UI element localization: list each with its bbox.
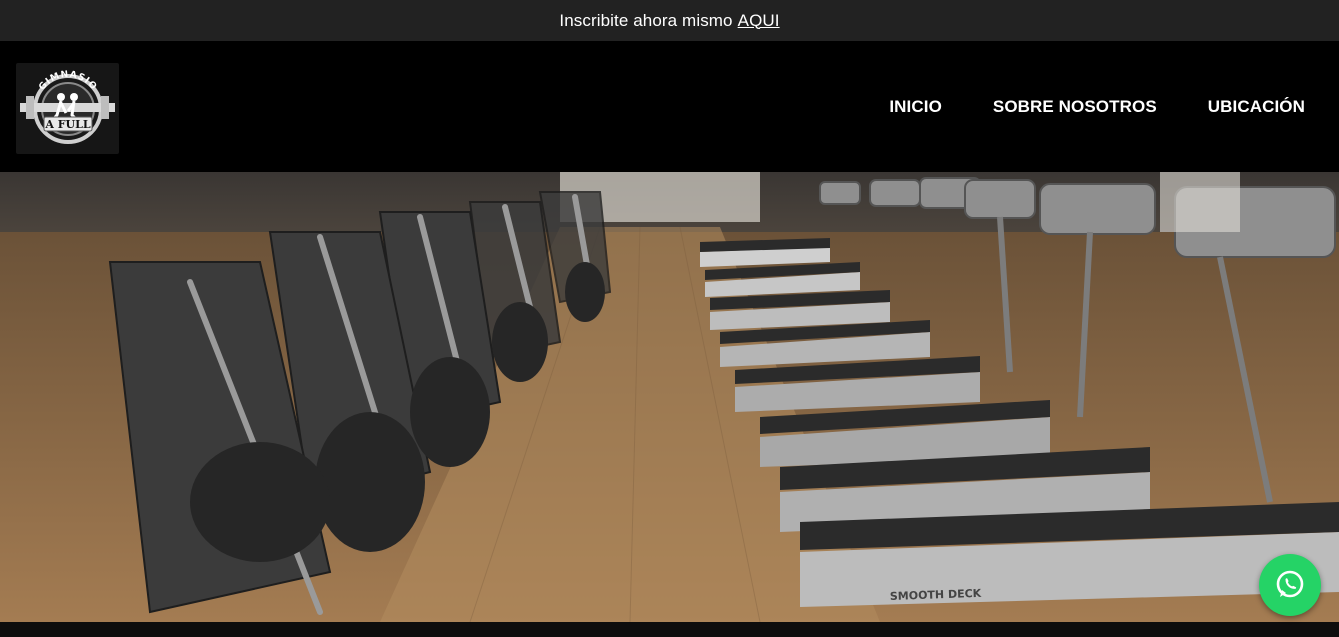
announcement-bar: Inscribite ahora mismo AQUI [0,0,1339,41]
nav-inicio[interactable]: INICIO [889,97,942,117]
hero-image: SMOOTH DECK [0,172,1339,622]
nav-sobre-nosotros[interactable]: SOBRE NOSOTROS [993,97,1157,117]
whatsapp-icon [1276,570,1304,598]
site-header: GIMNASIO A FULL INICIO SOBRE NOSOTROS UB… [0,41,1339,172]
logo-graphic: GIMNASIO A FULL [20,70,115,144]
nav-ubicacion[interactable]: UBICACIÓN [1208,97,1305,117]
announcement-text: Inscribite ahora mismo [559,10,733,30]
gym-floor-illustration: SMOOTH DECK [0,172,1339,622]
gym-logo[interactable]: GIMNASIO A FULL [16,63,119,154]
hero-bottom-strip [0,622,1339,637]
logo-badge-text: A FULL [44,118,91,131]
announcement-link[interactable]: AQUI [738,11,780,31]
whatsapp-button[interactable] [1259,554,1321,616]
main-nav: INICIO SOBRE NOSOTROS UBICACIÓN [838,41,1305,172]
